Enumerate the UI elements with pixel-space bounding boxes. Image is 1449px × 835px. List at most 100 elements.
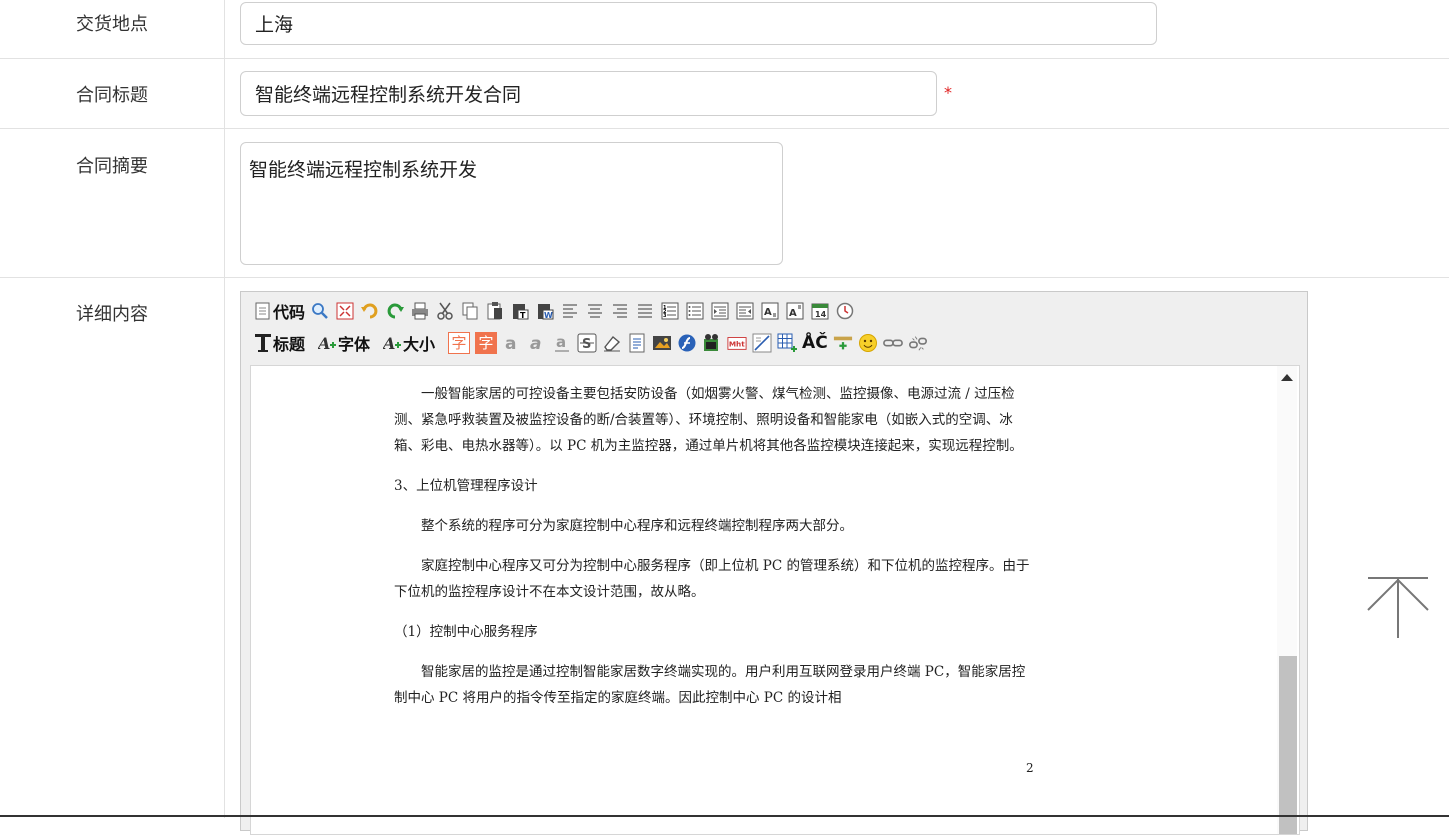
- flash-icon[interactable]: [677, 333, 697, 353]
- svg-text:a: a: [556, 333, 566, 351]
- scrollbar-thumb[interactable]: [1279, 656, 1297, 834]
- image-icon[interactable]: [652, 333, 672, 353]
- copy-icon[interactable]: [460, 301, 480, 321]
- row-label-contract-title: 合同标题: [0, 59, 225, 128]
- font-size-icon: A: [383, 333, 403, 353]
- font-family-icon: A: [318, 333, 338, 353]
- source-code-label: 代码: [273, 303, 306, 322]
- bold-icon[interactable]: a: [502, 333, 522, 353]
- back-to-top-button[interactable]: [1366, 576, 1430, 640]
- heading-button[interactable]: 标题: [253, 330, 305, 356]
- align-left-icon[interactable]: [560, 301, 580, 321]
- paste-text-icon[interactable]: T: [510, 301, 530, 321]
- superscript-icon[interactable]: A: [785, 301, 805, 321]
- required-asterisk: *: [944, 83, 952, 102]
- form-row-contract-summary: 合同摘要 智能终端远程控制系统开发: [0, 129, 1449, 278]
- heading-label: 标题: [273, 335, 306, 354]
- time-icon[interactable]: [835, 301, 855, 321]
- font-size-label: 大小: [403, 335, 436, 354]
- editor-scrollbar[interactable]: [1277, 366, 1297, 834]
- background-color-char: 字: [478, 334, 494, 352]
- outdent-icon[interactable]: [735, 301, 755, 321]
- search-icon[interactable]: [310, 301, 330, 321]
- align-right-icon[interactable]: [610, 301, 630, 321]
- redo-icon[interactable]: [385, 301, 405, 321]
- unordered-list-icon[interactable]: [685, 301, 705, 321]
- svg-text:S: S: [582, 337, 591, 352]
- font-size-button[interactable]: A 大小: [383, 330, 435, 356]
- remove-format-icon[interactable]: [602, 333, 622, 353]
- italic-icon[interactable]: a: [527, 333, 547, 353]
- form-row-contract-title: 合同标题 智能终端远程控制系统开发合同 *: [0, 59, 1449, 129]
- doc-heading-1: 3、上位机管理程序设计: [394, 478, 538, 494]
- row-label-contract-summary: 合同摘要: [0, 129, 225, 277]
- font-family-button[interactable]: A 字体: [318, 330, 370, 356]
- font-color-icon[interactable]: 字: [448, 332, 471, 354]
- back-to-top-icon: [1367, 577, 1429, 638]
- justify-icon[interactable]: [635, 301, 655, 321]
- doc-paragraph-3: 家庭控制中心程序又可分为控制中心服务程序（即上位机 PC 的管理系统）和下位机的…: [394, 558, 1030, 600]
- subscript-icon[interactable]: A: [760, 301, 780, 321]
- svg-text:W: W: [544, 311, 553, 320]
- fullscreen-icon[interactable]: [335, 301, 355, 321]
- row-label-detail-content: 详细内容: [0, 278, 225, 818]
- row-label-delivery-place: 交货地点: [0, 0, 225, 58]
- background-color-icon[interactable]: 字: [475, 332, 498, 354]
- special-char-button[interactable]: ÅČ: [802, 330, 828, 356]
- scroll-up-arrow-icon[interactable]: [1281, 374, 1293, 381]
- ordered-list-icon[interactable]: 123: [660, 301, 680, 321]
- indent-icon[interactable]: [710, 301, 730, 321]
- page-number: 2: [1026, 761, 1034, 775]
- svg-text:Mht: Mht: [729, 340, 745, 349]
- document-page: 一般智能家居的可控设备主要包括安防设备（如烟雾火警、煤气检测、监控摄像、电源过流…: [394, 381, 1034, 725]
- toolbar-row-2: 标题 A 字体 A 大小 字 字 a a a S Mht ÅČ: [253, 329, 933, 357]
- rich-text-editor: 代码 T W 123 A A 14 标题 A 字体 A 大小 字 字 a a a…: [240, 291, 1308, 835]
- paste-word-icon[interactable]: W: [535, 301, 555, 321]
- contract-summary-textarea[interactable]: 智能终端远程控制系统开发: [240, 142, 783, 265]
- svg-text:A: A: [764, 307, 772, 318]
- strikethrough-icon[interactable]: S: [577, 333, 597, 353]
- undo-icon[interactable]: [360, 301, 380, 321]
- underline-icon[interactable]: a: [552, 333, 572, 353]
- delivery-place-value: 上海: [255, 14, 294, 36]
- delivery-place-input[interactable]: 上海: [240, 2, 1157, 45]
- font-color-char: 字: [451, 334, 467, 352]
- align-center-icon[interactable]: [585, 301, 605, 321]
- page-break-icon[interactable]: [833, 333, 853, 353]
- svg-text:T: T: [520, 311, 526, 320]
- contract-summary-value: 智能终端远程控制系统开发: [249, 159, 478, 181]
- svg-text:A: A: [383, 334, 395, 353]
- print-icon[interactable]: [410, 301, 430, 321]
- contract-title-input[interactable]: 智能终端远程控制系统开发合同: [240, 71, 937, 116]
- emoticon-icon[interactable]: [858, 333, 878, 353]
- delivery-place-label: 交货地点: [76, 14, 148, 35]
- contract-summary-label: 合同摘要: [76, 156, 148, 177]
- source-code-button[interactable]: 代码: [253, 298, 305, 324]
- doc-paragraph-1: 一般智能家居的可控设备主要包括安防设备（如烟雾火警、煤气检测、监控摄像、电源过流…: [394, 386, 1023, 454]
- contract-title-label: 合同标题: [76, 85, 148, 106]
- font-family-label: 字体: [338, 335, 371, 354]
- table-icon[interactable]: [777, 333, 798, 353]
- unlink-icon[interactable]: [908, 333, 928, 353]
- svg-text:A: A: [318, 334, 330, 353]
- source-icon: [253, 301, 273, 321]
- paste-icon[interactable]: [485, 301, 505, 321]
- svg-text:14: 14: [815, 310, 827, 319]
- svg-text:a: a: [505, 334, 516, 353]
- heading-icon: [253, 333, 273, 353]
- select-all-icon[interactable]: [627, 333, 647, 353]
- mht-icon[interactable]: Mht: [727, 333, 747, 353]
- link-icon[interactable]: [882, 333, 903, 353]
- toolbar-row-1: 代码 T W 123 A A 14: [253, 297, 860, 325]
- media-icon[interactable]: [702, 333, 722, 353]
- date-icon[interactable]: 14: [810, 301, 830, 321]
- form-row-delivery-place: 交货地点 上海: [0, 0, 1449, 59]
- editor-content-area[interactable]: 一般智能家居的可控设备主要包括安防设备（如烟雾火警、煤气检测、监控摄像、电源过流…: [250, 365, 1300, 835]
- svg-text:3: 3: [663, 313, 667, 319]
- svg-text:a: a: [530, 334, 541, 353]
- svg-text:A: A: [789, 308, 797, 319]
- special-char-icon: ÅČ: [802, 333, 828, 353]
- horizontal-rule-icon[interactable]: [752, 333, 772, 353]
- cut-icon[interactable]: [435, 301, 455, 321]
- doc-paragraph-4: 智能家居的监控是通过控制智能家居数字终端实现的。用户利用互联网登录用户终端 PC…: [394, 664, 1026, 706]
